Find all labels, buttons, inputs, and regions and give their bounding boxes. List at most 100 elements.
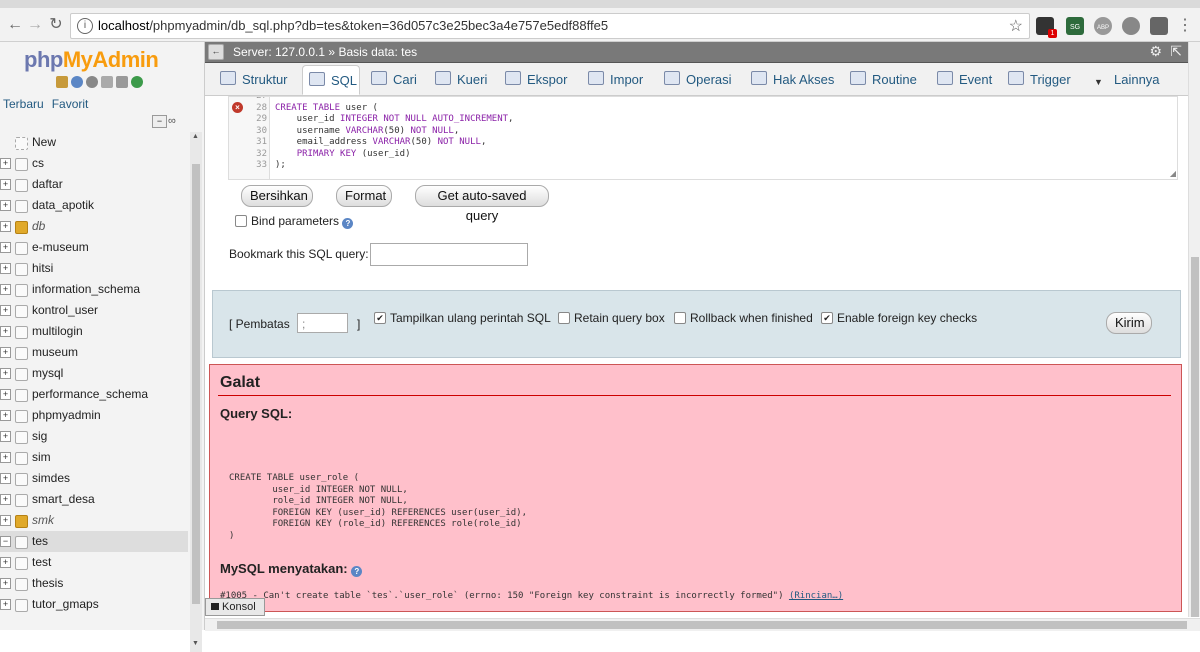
expand-icon[interactable]: + (0, 242, 11, 253)
tree-db-item[interactable]: + mysql (0, 363, 188, 384)
extension-icon[interactable]: 1 (1036, 17, 1057, 38)
expand-icon[interactable]: + (0, 305, 11, 316)
delimiter-input[interactable]: ; (297, 313, 348, 333)
toggle-nav-icon[interactable]: ← (208, 44, 224, 60)
expand-icon[interactable]: + (0, 158, 11, 169)
submit-button[interactable]: Kirim (1106, 312, 1152, 334)
expand-icon[interactable]: + (0, 263, 11, 274)
reload-icon[interactable]: ↻ (45, 14, 67, 36)
bind-parameters-checkbox[interactable] (235, 215, 247, 227)
code-line[interactable]: user_id INTEGER NOT NULL AUTO_INCREMENT, (275, 114, 514, 124)
resize-handle-icon[interactable]: ◢ (1170, 169, 1176, 178)
expand-icon[interactable]: + (0, 221, 11, 232)
retain-query-checkbox[interactable] (558, 312, 570, 324)
tree-db-label[interactable]: phpmyadmin (32, 405, 101, 426)
console-toggle[interactable]: Konsol (205, 598, 265, 616)
address-bar[interactable]: i localhost/phpmyadmin/db_sql.php?db=tes… (70, 13, 1030, 39)
expand-icon[interactable]: + (0, 599, 11, 610)
code-line[interactable]: username VARCHAR(50) NOT NULL, (275, 126, 460, 136)
tree-db-item[interactable]: + e-museum (0, 237, 188, 258)
tree-db-label[interactable]: sig (32, 426, 47, 447)
tree-db-label[interactable]: hitsi (32, 258, 53, 279)
bookmark-input[interactable] (370, 243, 528, 266)
expand-icon[interactable]: + (0, 557, 11, 568)
clear-button[interactable]: Bersihkan (241, 185, 313, 207)
tree-db-item[interactable]: + information_schema (0, 279, 188, 300)
scroll-down-arrow-icon[interactable]: ▼ (192, 640, 199, 647)
details-link[interactable]: (Rincian…) (789, 591, 843, 601)
collapse-icon[interactable]: − (0, 536, 11, 547)
tree-db-item[interactable]: + daftar (0, 174, 188, 195)
tab-cari[interactable]: Cari (365, 65, 421, 95)
breadcrumb-database[interactable]: Basis data: tes (338, 45, 417, 59)
tab-impor[interactable]: Impor (582, 65, 650, 95)
back-arrow-icon[interactable]: ← (4, 14, 26, 36)
tree-db-item[interactable]: + multilogin (0, 321, 188, 342)
tab-kueri[interactable]: Kueri (429, 65, 491, 95)
tree-db-item[interactable]: − tes (0, 531, 188, 552)
tree-db-label[interactable]: data_apotik (32, 195, 94, 216)
url-text[interactable]: localhost/phpmyadmin/db_sql.php?db=tes&t… (98, 18, 608, 33)
horizontal-scrollbar[interactable] (205, 618, 1200, 631)
tree-db-label[interactable]: smart_desa (32, 489, 95, 510)
tree-db-item[interactable]: + test (0, 552, 188, 573)
tree-db-item[interactable]: + tutor_gmaps (0, 594, 188, 615)
show-query-label[interactable]: Tampilkan ulang perintah SQL (390, 311, 551, 325)
expand-icon[interactable]: + (0, 431, 11, 442)
tree-new[interactable]: New (0, 132, 188, 153)
recent-link[interactable]: Terbaru (3, 97, 44, 111)
new-db-label[interactable]: New (32, 132, 56, 153)
phpmyadmin-logo[interactable]: phpMyAdmin (24, 47, 159, 73)
error-marker-icon[interactable]: × (232, 102, 243, 113)
tree-db-label[interactable]: db (32, 216, 45, 237)
sql-editor[interactable]: × 27 28 CREATE TABLE user (29 user_id INTE… (228, 96, 1178, 180)
tree-db-label[interactable]: kontrol_user (32, 300, 98, 321)
fk-checks-checkbox[interactable]: ✔ (821, 312, 833, 324)
tree-db-label[interactable]: smk (32, 510, 54, 531)
expand-icon[interactable]: + (0, 452, 11, 463)
retain-query-label[interactable]: Retain query box (574, 311, 665, 325)
page-scroll-thumb[interactable] (1191, 257, 1199, 617)
tab-trigger[interactable]: Trigger (1002, 65, 1080, 95)
horizontal-scroll-thumb[interactable] (217, 621, 1187, 629)
link-with-main-icon[interactable]: ∞ (168, 115, 176, 127)
tree-db-item[interactable]: + db (0, 216, 188, 237)
expand-icon[interactable]: + (0, 284, 11, 295)
tree-db-label[interactable]: e-museum (32, 237, 89, 258)
get-autosaved-button[interactable]: Get auto-saved query (415, 185, 549, 223)
tree-db-item[interactable]: + sim (0, 447, 188, 468)
settings-gear-icon[interactable]: ⚙ (1149, 43, 1162, 60)
tree-db-item[interactable]: + museum (0, 342, 188, 363)
tree-db-label[interactable]: daftar (32, 174, 63, 195)
tree-db-label[interactable]: thesis (32, 573, 63, 594)
extension-grid-icon[interactable] (1150, 17, 1168, 35)
rollback-label[interactable]: Rollback when finished (690, 311, 813, 325)
expand-icon[interactable]: + (0, 326, 11, 337)
tree-db-label[interactable]: simdes (32, 468, 70, 489)
tab-struktur[interactable]: Struktur (214, 65, 294, 95)
home-icon[interactable] (56, 76, 68, 88)
collapse-all-icon[interactable]: − (152, 115, 167, 128)
fk-checks-label[interactable]: Enable foreign key checks (837, 311, 977, 325)
settings-gear-icon[interactable] (116, 76, 128, 88)
tree-db-label[interactable]: museum (32, 342, 78, 363)
tree-db-item[interactable]: + simdes (0, 468, 188, 489)
tab-routine[interactable]: Routine (844, 65, 924, 95)
tree-db-label[interactable]: sim (32, 447, 51, 468)
tab-hak-akses[interactable]: Hak Akses (745, 65, 837, 95)
forward-arrow-icon[interactable]: → (24, 14, 46, 36)
menu-icon[interactable]: ⋮ (1174, 15, 1196, 37)
help-icon[interactable]: ? (342, 218, 354, 229)
tab-operasi[interactable]: Operasi (658, 65, 738, 95)
tree-db-item[interactable]: + smart_desa (0, 489, 188, 510)
bookmark-star-icon[interactable]: ☆ (1009, 16, 1023, 36)
show-query-checkbox[interactable]: ✔ (374, 312, 386, 324)
expand-icon[interactable]: + (0, 389, 11, 400)
tree-db-label[interactable]: cs (32, 153, 44, 174)
tab-lainnya[interactable]: ▼ Lainnya (1088, 65, 1174, 95)
expand-icon[interactable]: + (0, 578, 11, 589)
tree-db-label[interactable]: multilogin (32, 321, 83, 342)
bind-parameters-label[interactable]: Bind parameters ? (251, 214, 354, 229)
tree-db-item[interactable]: + thesis (0, 573, 188, 594)
docs-icon[interactable] (101, 76, 113, 88)
